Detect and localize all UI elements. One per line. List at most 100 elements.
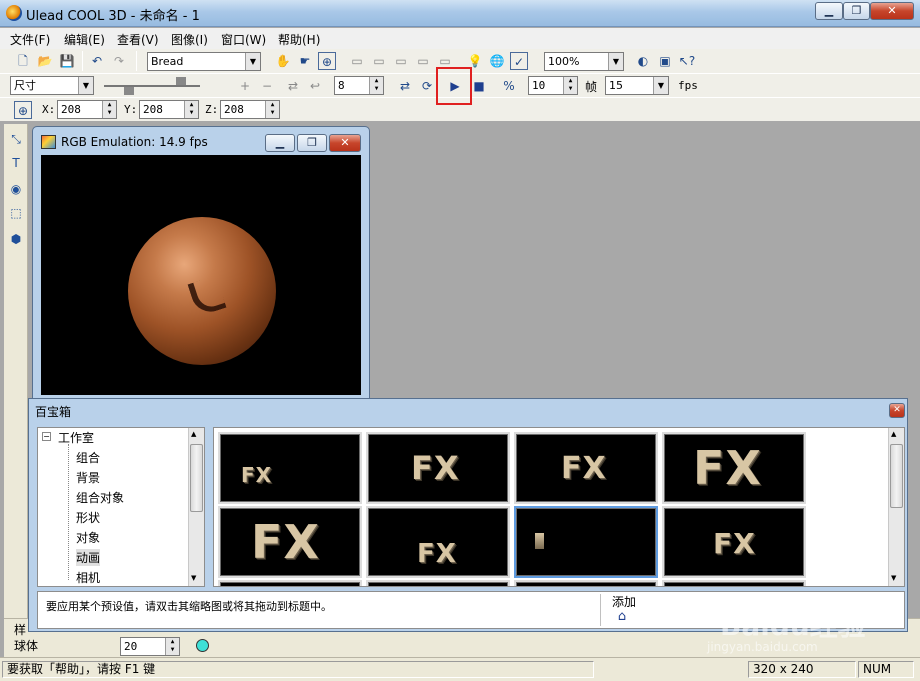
tree-item-group-object[interactable]: 组合对象 — [76, 489, 124, 506]
remove-keyframe-icon[interactable]: − — [258, 77, 276, 95]
scroll-up-icon[interactable]: ▲ — [891, 430, 896, 438]
sphere-spinner[interactable]: 20 ▲ ▼ — [120, 637, 180, 656]
scroll-down-icon[interactable]: ▼ — [191, 574, 196, 582]
thumbnail-5[interactable]: FX — [220, 508, 360, 576]
loop-icon[interactable]: ⟳ — [418, 77, 436, 95]
bevel-round-icon[interactable]: ▭ — [370, 52, 388, 70]
add-keyframe-icon[interactable]: + — [236, 77, 254, 95]
select-tool-icon[interactable]: ⬚ — [7, 204, 25, 222]
tree-item-object[interactable]: 对象 — [76, 529, 100, 546]
chevron-down-icon[interactable]: ▼ — [608, 53, 623, 70]
chevron-down-icon[interactable]: ▼ — [653, 77, 668, 94]
attribute-combo[interactable]: 尺寸 ▼ — [10, 76, 94, 95]
tree-item-camera[interactable]: 相机 — [76, 569, 100, 586]
add-to-gallery-icon[interactable]: ⌂ — [614, 609, 630, 625]
scroll-thumb[interactable] — [890, 444, 903, 508]
thumbnail-8[interactable]: FX — [664, 508, 804, 576]
percent-icon[interactable]: % — [500, 77, 518, 95]
geometry-tool-icon[interactable]: ⬢ — [7, 230, 25, 248]
zoom-combo[interactable]: 100% ▼ — [544, 52, 624, 71]
font-combo[interactable]: Bread ▼ — [147, 52, 261, 71]
chevron-down-icon[interactable]: ▼ — [78, 77, 93, 94]
plugin-icon[interactable]: ◐ — [634, 52, 652, 70]
rotate-hand-icon[interactable]: ☛ — [296, 52, 314, 70]
thumbnail-row3[interactable] — [516, 582, 656, 586]
minimize-button[interactable]: ▁ — [815, 2, 843, 20]
tree-scrollbar[interactable]: ▲ ▼ — [188, 428, 204, 586]
close-button[interactable]: ✕ — [870, 2, 914, 20]
slider-handle[interactable] — [124, 87, 134, 95]
value-spinner[interactable]: 8 ▲ ▼ — [334, 76, 384, 95]
tree-item-shape[interactable]: 形状 — [76, 509, 100, 526]
spinner-arrows-icon[interactable]: ▲ ▼ — [563, 77, 577, 94]
tree-item-animation[interactable]: 动画 — [76, 549, 101, 566]
spinner-arrows-icon[interactable]: ▲ ▼ — [102, 101, 116, 118]
rgb-close-button[interactable]: ✕ — [329, 134, 361, 152]
fps-combo[interactable]: 15 ▼ — [605, 76, 669, 95]
color-swatch[interactable] — [196, 639, 209, 652]
bevel-boxed-icon[interactable]: ▭ — [414, 52, 432, 70]
context-help-icon[interactable]: ↖? — [678, 52, 696, 70]
menu-window[interactable]: 窗口(W) — [221, 31, 266, 48]
frame-spinner[interactable]: 10 ▲ ▼ — [528, 76, 578, 95]
tree-item-background[interactable]: 背景 — [76, 469, 100, 486]
scroll-up-icon[interactable]: ▲ — [191, 430, 196, 438]
spinner-arrows-icon[interactable]: ▲ ▼ — [184, 101, 198, 118]
thumbnail-row3[interactable] — [220, 582, 360, 586]
thumbnail-4[interactable]: FX — [664, 434, 804, 502]
hand-icon[interactable]: ✋ — [274, 52, 292, 70]
new-file-icon[interactable]: 🗋 — [14, 52, 32, 70]
window-titlebar[interactable]: Ulead COOL 3D - 未命名 - 1 ▁ ❐ ✕ — [0, 0, 920, 27]
slider-handle[interactable] — [176, 77, 186, 85]
scroll-thumb[interactable] — [190, 444, 203, 512]
gallery-close-button[interactable]: ✕ — [889, 403, 905, 418]
chevron-down-icon[interactable]: ▼ — [245, 53, 260, 70]
collapse-icon[interactable]: − — [42, 432, 51, 441]
thumbnail-3[interactable]: FX — [516, 434, 656, 502]
move-object-icon[interactable]: ⊕ — [318, 52, 336, 70]
export-icon[interactable]: ▣ — [656, 52, 674, 70]
menu-file[interactable]: 文件(F) — [10, 31, 50, 48]
position-icon[interactable]: ⊕ — [14, 101, 32, 119]
z-spinner[interactable]: 208 ▲ ▼ — [220, 100, 280, 119]
chart-icon[interactable]: ✓ — [510, 52, 528, 70]
text-tool-icon[interactable]: T — [7, 154, 25, 172]
bevel-flat-icon[interactable]: ▭ — [348, 52, 366, 70]
menu-view[interactable]: 查看(V) — [117, 31, 159, 48]
undo-icon[interactable]: ↶ — [88, 52, 106, 70]
size-tool-icon[interactable]: ⤡ — [7, 130, 25, 148]
bread-sphere-object[interactable] — [128, 217, 276, 365]
render-canvas[interactable] — [41, 155, 361, 395]
timeline-slider[interactable] — [104, 76, 200, 96]
tree-item-group[interactable]: 组合 — [76, 449, 100, 466]
reverse-play-icon[interactable]: ⇄ — [396, 77, 414, 95]
reverse-icon[interactable]: ⇄ — [284, 77, 302, 95]
thumbnail-1[interactable]: FX — [220, 434, 360, 502]
stop-icon[interactable]: ■ — [470, 77, 488, 95]
globe-icon[interactable]: 🌐 — [488, 52, 506, 70]
object-tool-icon[interactable]: ◉ — [7, 180, 25, 198]
rgb-restore-button[interactable]: ❐ — [297, 134, 327, 152]
rgb-emulation-window[interactable]: RGB Emulation: 14.9 fps ▁ ❐ ✕ — [32, 126, 370, 402]
loop-back-icon[interactable]: ↩ — [306, 77, 324, 95]
thumbnail-2[interactable]: FX — [368, 434, 508, 502]
spinner-arrows-icon[interactable]: ▲ ▼ — [265, 101, 279, 118]
menu-edit[interactable]: 编辑(E) — [64, 31, 105, 48]
thumbnail-row3[interactable] — [368, 582, 508, 586]
x-spinner[interactable]: 208 ▲ ▼ — [57, 100, 117, 119]
open-folder-icon[interactable]: 📂 — [36, 52, 54, 70]
thumbnail-6[interactable]: FX — [368, 508, 508, 576]
spinner-arrows-icon[interactable]: ▲ ▼ — [165, 638, 179, 655]
menu-image[interactable]: 图像(I) — [171, 31, 208, 48]
spinner-arrows-icon[interactable]: ▲ ▼ — [369, 77, 383, 94]
redo-icon[interactable]: ↷ — [110, 52, 128, 70]
rgb-minimize-button[interactable]: ▁ — [265, 134, 295, 152]
tree-root[interactable]: 工作室 — [58, 429, 94, 446]
menu-help[interactable]: 帮助(H) — [278, 31, 320, 48]
bevel-curved-icon[interactable]: ▭ — [392, 52, 410, 70]
thumbnail-scrollbar[interactable]: ▲ ▼ — [888, 428, 904, 586]
thumbnail-7-selected[interactable] — [516, 508, 656, 576]
scroll-down-icon[interactable]: ▼ — [891, 574, 896, 582]
restore-button[interactable]: ❐ — [843, 2, 870, 20]
save-icon[interactable]: 💾 — [58, 52, 76, 70]
